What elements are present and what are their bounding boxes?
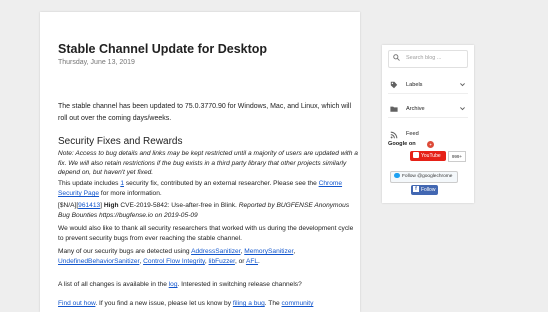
sidebar-item-label: Labels (406, 82, 423, 88)
sidebar-item-label: Archive (406, 106, 425, 112)
post-body: Stable Channel Update for Desktop Thursd… (58, 42, 358, 307)
filing-bug-link[interactable]: filing a bug (233, 300, 265, 307)
chevron-down-icon (460, 107, 465, 111)
top-bar (0, 0, 548, 8)
twitter-follow-label: Follow @googlechrome (402, 174, 453, 179)
separator: , or (234, 258, 246, 265)
search-icon (393, 54, 400, 61)
label-icon (390, 81, 398, 89)
feed-label: Feed (406, 131, 419, 137)
tools-intro: Many of our security bugs are detected u… (58, 248, 192, 255)
thanks-paragraph: We would also like to thank all security… (58, 225, 354, 242)
post-intro: The stable channel has been updated to 7… (58, 103, 352, 122)
findout-paragraph: Find out how. If you find a new issue, p… (58, 299, 358, 309)
tool-link-ubsan[interactable]: UndefinedBehaviorSanitizer (58, 258, 139, 265)
fix-text: This update includes (58, 180, 121, 187)
sidebar: Search blog ... Labels Archive Feed Goog… (382, 45, 474, 203)
findout-text: . If you find a new issue, please let us… (95, 300, 233, 307)
changes-intro: A list of all changes is available in th… (58, 281, 169, 288)
folder-icon (390, 106, 398, 112)
tool-link-libfuzzer[interactable]: libFuzzer (209, 258, 235, 265)
google-on-label: Google on (388, 141, 416, 147)
findout-text: . The (264, 300, 282, 307)
tool-link-afl[interactable]: AFL (246, 258, 258, 265)
post-title[interactable]: Stable Channel Update for Desktop (58, 42, 358, 57)
sidebar-item-archive[interactable]: Archive (388, 103, 468, 118)
chevron-down-icon (460, 83, 465, 87)
facebook-follow-button[interactable]: f Follow (411, 185, 438, 195)
post-card: Stable Channel Update for Desktop Thursd… (40, 12, 360, 312)
youtube-label: YouTube (421, 153, 441, 159)
search-placeholder: Search blog ... (406, 55, 442, 61)
changes-paragraph: A list of all changes is available in th… (58, 280, 358, 290)
fix-text: security fix, contributed by an external… (123, 180, 319, 187)
youtube-subscriber-count: 999+ (448, 151, 466, 162)
log-link[interactable]: log (169, 281, 178, 288)
fix-text: for more information. (99, 190, 162, 197)
changes-outro: . Interested in switching release channe… (177, 281, 302, 288)
twitter-follow-button[interactable]: Follow @googlechrome (390, 171, 458, 183)
tool-link-cfi[interactable]: Control Flow Integrity (143, 258, 205, 265)
facebook-icon: f (413, 185, 419, 192)
bug-prefix: [$N/A][ (58, 202, 79, 209)
google-plus-icon[interactable]: + (427, 141, 434, 148)
youtube-icon (413, 151, 419, 158)
bug-severity: High (103, 202, 119, 209)
tool-link-memorysanitizer[interactable]: MemorySanitizer (244, 248, 293, 255)
community-link[interactable]: community (282, 300, 314, 307)
bug-id-link[interactable]: 961413 (78, 202, 100, 209)
find-out-how-link[interactable]: Find out how (58, 300, 95, 307)
separator: , (293, 248, 296, 255)
twitter-bird-icon (394, 173, 400, 179)
sidebar-item-labels[interactable]: Labels (388, 79, 468, 94)
bug-entry: [$N/A][961413] High CVE-2019-5842: Use-a… (58, 201, 358, 221)
facebook-follow-label: Follow (421, 187, 436, 193)
youtube-button[interactable]: YouTube (410, 151, 446, 161)
period: . (258, 258, 260, 265)
bug-description: CVE-2019-5842: Use-after-free in Blink. (118, 202, 239, 209)
search-input[interactable]: Search blog ... (388, 50, 468, 68)
tools-paragraph: Many of our security bugs are detected u… (58, 247, 358, 267)
tool-link-addresssanitizer[interactable]: AddressSanitizer (191, 248, 240, 255)
section-heading: Security Fixes and Rewards (58, 136, 183, 147)
post-date: Thursday, June 13, 2019 (58, 59, 135, 66)
rss-icon (390, 131, 398, 139)
security-note: Note: Access to bug details and links ma… (58, 150, 358, 177)
fix-summary: This update includes 1 security fix, con… (58, 179, 358, 199)
